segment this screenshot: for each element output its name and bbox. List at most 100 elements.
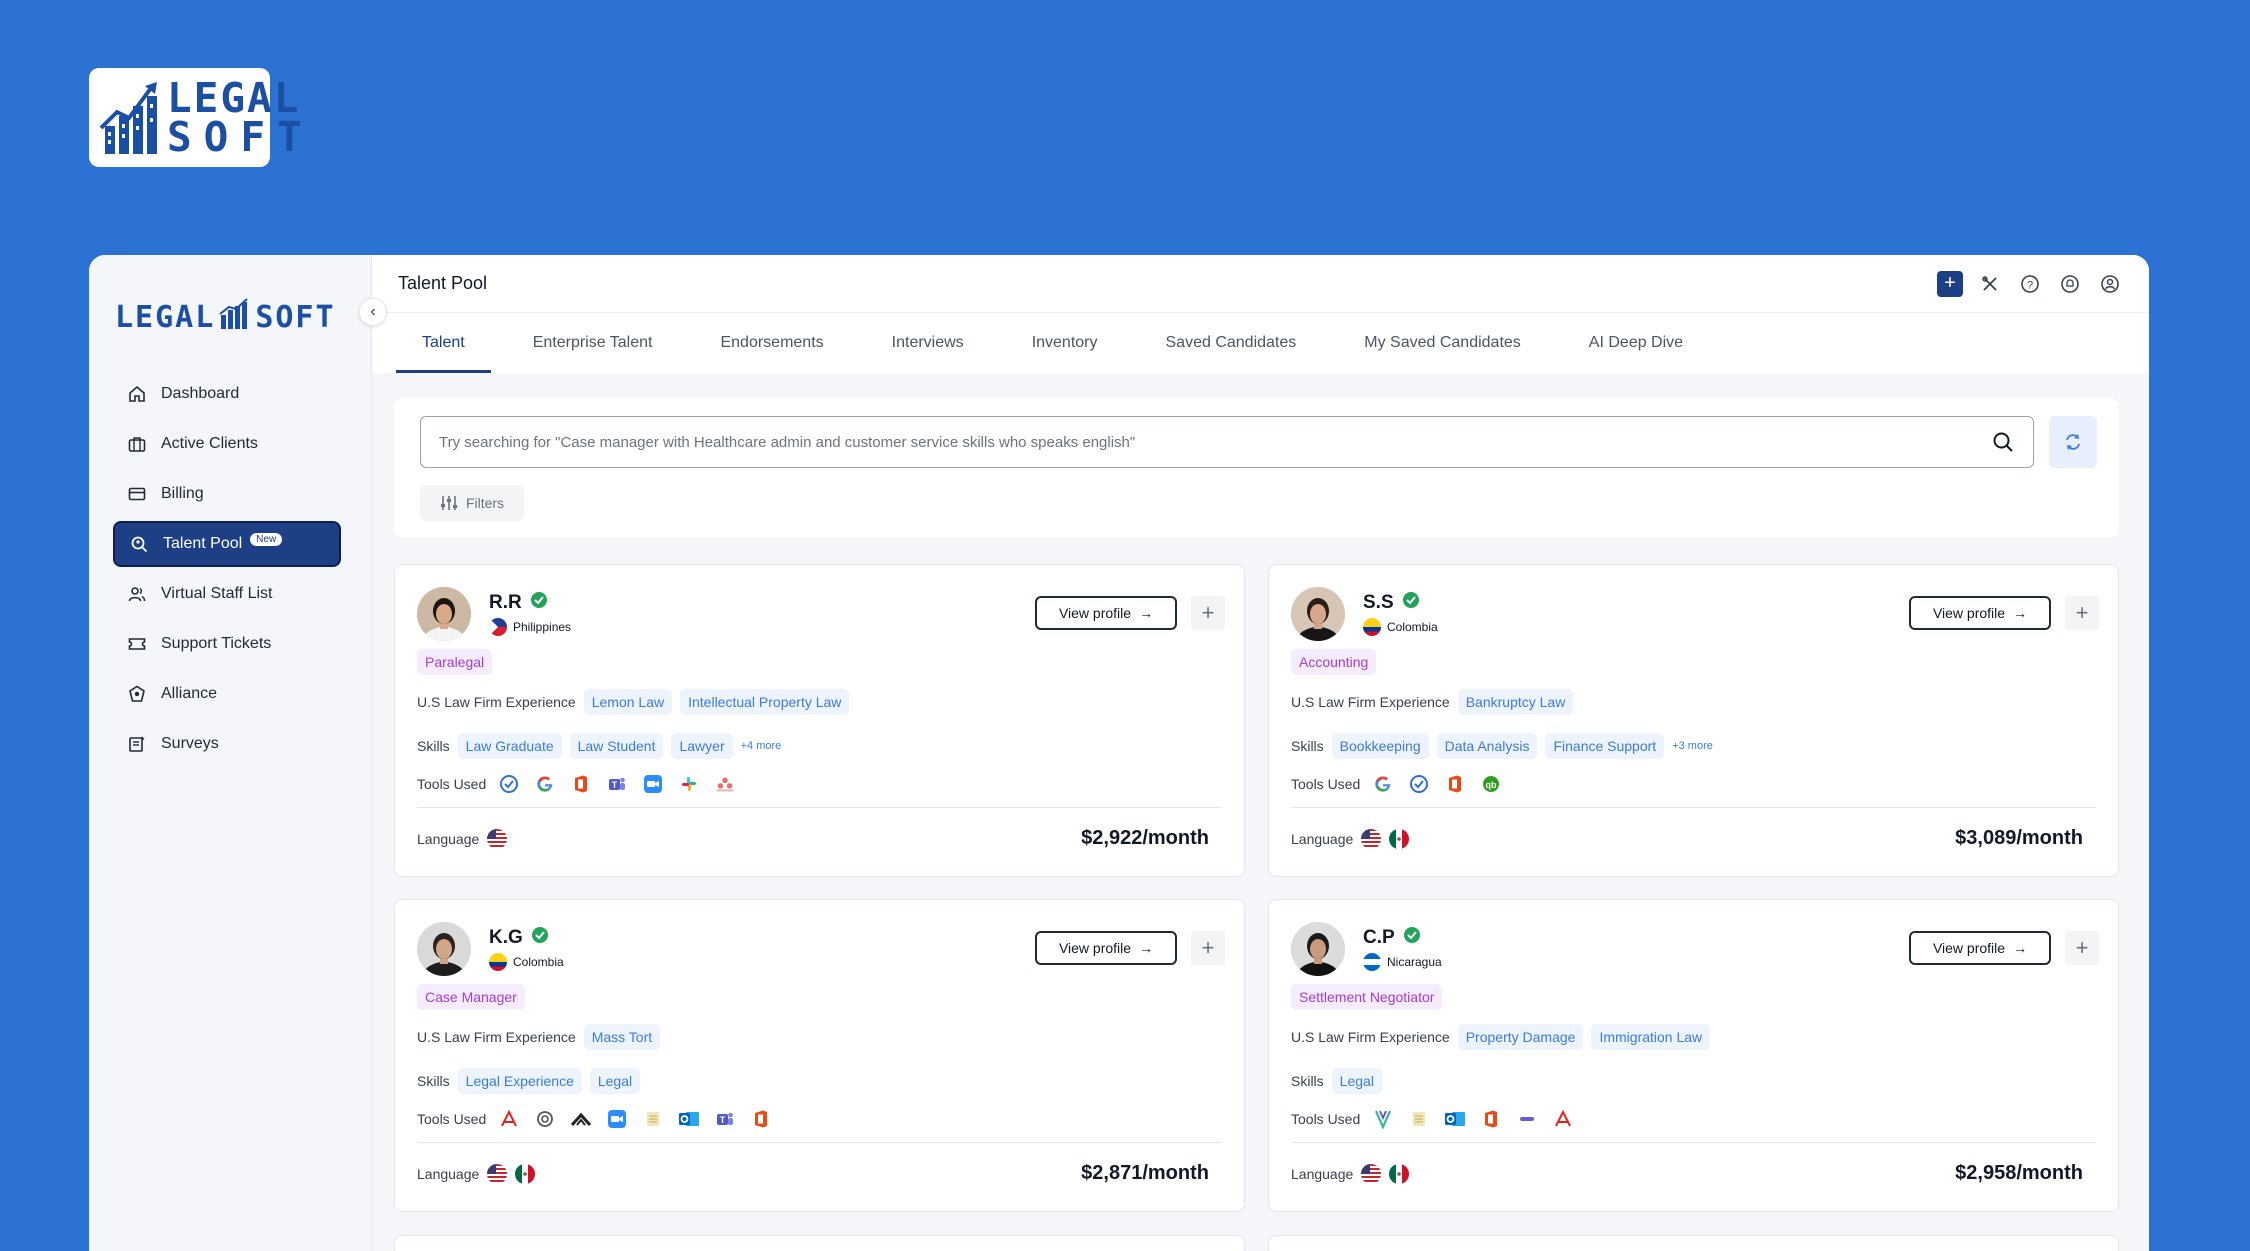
more-skills-link[interactable]: +3 more <box>1672 740 1713 752</box>
skill-chip: Legal <box>589 1068 641 1094</box>
candidate-name-row: C.P <box>1363 926 1421 949</box>
skills-row: Skills Bookkeeping Data Analysis Finance Su… <box>1291 733 1713 759</box>
tools-icon <box>1982 275 1997 291</box>
skills-row: Skills Legal Experience Legal <box>417 1068 641 1094</box>
tools-list <box>1372 1108 1574 1130</box>
tab-inventory[interactable]: Inventory <box>1006 334 1124 373</box>
us-flag <box>487 829 508 849</box>
tab-enterprise-talent[interactable]: Enterprise Talent <box>507 334 679 373</box>
check-circle-tool-icon <box>1408 773 1430 795</box>
survey-icon <box>127 734 147 754</box>
sidebar-item-active-clients[interactable]: Active Clients <box>113 421 341 467</box>
talent-card[interactable]: K.G Colombia View profile → + Case Manager U.S… <box>394 899 1245 1212</box>
filters-button[interactable]: Filters <box>420 485 524 521</box>
country-flag-icon <box>489 953 507 971</box>
svg-text:T: T <box>612 780 618 790</box>
plus-icon: + <box>2075 935 2089 960</box>
tools-button[interactable] <box>1977 271 2003 297</box>
app-window: LEGAL SOFT Dashboard Active Clients Bill… <box>89 255 2149 1251</box>
tab-talent[interactable]: Talent <box>396 334 491 373</box>
sidebar-item-label: Support Tickets <box>161 635 272 652</box>
skills-label: Skills <box>417 738 450 754</box>
top-bar: Talent Pool + ? <box>372 255 2149 313</box>
sidebar-collapse-button[interactable]: ‹ <box>359 298 387 326</box>
add-new-button[interactable]: + <box>1937 270 1963 297</box>
language-label: Language <box>417 831 480 847</box>
help-button[interactable]: ? <box>2017 271 2043 297</box>
sidebar-logo[interactable]: LEGAL SOFT <box>115 295 336 339</box>
slack-icon <box>678 773 700 795</box>
refresh-button[interactable] <box>2049 416 2097 468</box>
tab-saved-candidates[interactable]: Saved Candidates <box>1140 334 1323 373</box>
talent-card-partial <box>394 1235 1245 1251</box>
building-chart-icon <box>99 78 161 158</box>
tools-row: Tools Used <box>1291 1108 1574 1130</box>
experience-row: U.S Law Firm Experience Bankruptcy Law <box>1291 689 1574 715</box>
refresh-icon <box>2066 434 2080 450</box>
view-profile-button[interactable]: View profile → <box>1909 931 2051 965</box>
candidate-name: C.P <box>1363 926 1395 948</box>
tab-my-saved-candidates[interactable]: My Saved Candidates <box>1338 334 1547 373</box>
sidebar-item-alliance[interactable]: Alliance <box>113 671 341 717</box>
svg-text:qb: qb <box>1486 780 1497 790</box>
add-candidate-button[interactable]: + <box>2065 596 2099 630</box>
mexico-flag <box>1389 829 1410 849</box>
sidebar-item-label: Dashboard <box>161 385 240 402</box>
country-label: Philippines <box>513 620 572 634</box>
sidebar-logo-right: SOFT <box>255 299 336 335</box>
mexico-flag <box>1389 1164 1410 1184</box>
add-candidate-button[interactable]: + <box>1191 596 1225 630</box>
sidebar-item-surveys[interactable]: Surveys <box>113 721 341 767</box>
language-label: Language <box>1291 1166 1354 1182</box>
candidate-name: K.G <box>489 926 523 948</box>
view-profile-button[interactable]: View profile → <box>1909 596 2051 630</box>
skills-label: Skills <box>1291 1073 1324 1089</box>
candidate-country: Nicaragua <box>1363 953 1442 971</box>
sidebar-item-talent-pool[interactable]: Talent Pool New <box>113 521 341 567</box>
country-flag-icon <box>489 618 507 636</box>
profile-button[interactable] <box>2097 271 2123 297</box>
skill-chip: Bookkeeping <box>1331 733 1429 759</box>
view-profile-button[interactable]: View profile → <box>1035 596 1177 630</box>
country-label: Colombia <box>513 955 564 969</box>
add-candidate-button[interactable]: + <box>1191 931 1225 965</box>
card-divider <box>1291 807 2096 808</box>
tools-label: Tools Used <box>1291 776 1361 792</box>
tools-label: Tools Used <box>417 776 487 792</box>
teams-icon: T <box>606 773 628 795</box>
view-profile-button[interactable]: View profile → <box>1035 931 1177 965</box>
more-skills-link[interactable]: +4 more <box>741 740 782 752</box>
plus-icon: + <box>1944 272 1956 294</box>
search-box[interactable] <box>420 416 2034 468</box>
tab-ai-deep-dive[interactable]: AI Deep Dive <box>1563 334 1709 373</box>
notifications-button[interactable] <box>2057 271 2083 297</box>
skill-chip: Legal Experience <box>457 1068 582 1094</box>
sidebar-item-dashboard[interactable]: Dashboard <box>113 371 341 417</box>
tab-endorsements[interactable]: Endorsements <box>694 334 849 373</box>
tools-list: qb <box>1372 773 1502 795</box>
sidebar-item-label: Surveys <box>161 735 219 752</box>
outlook-icon <box>678 1108 700 1130</box>
experience-label: U.S Law Firm Experience <box>1291 1029 1450 1045</box>
bell-icon <box>2061 274 2079 293</box>
monthly-price: $2,922/month <box>1081 827 1209 849</box>
experience-row: U.S Law Firm Experience Lemon Law Intellec… <box>417 689 850 715</box>
add-candidate-button[interactable]: + <box>2065 931 2099 965</box>
talent-card-partial <box>1268 1235 2119 1251</box>
top-actions: + ? <box>1937 270 2123 297</box>
talent-card[interactable]: S.S Colombia View profile → + Accounting U.S L… <box>1268 564 2119 877</box>
card-divider <box>1291 1142 2096 1143</box>
skills-row: Skills Law Graduate Law Student Lawyer +4 mo… <box>417 733 781 759</box>
tools-label: Tools Used <box>1291 1111 1361 1127</box>
language-row: Language <box>1291 1164 1410 1184</box>
talent-card[interactable]: R.R Philippines View profile → + Paralegal U.S… <box>394 564 1245 877</box>
talent-card[interactable]: C.P Nicaragua View profile → + Settlement Neg… <box>1268 899 2119 1212</box>
outlook-icon <box>1444 1108 1466 1130</box>
search-input[interactable] <box>439 433 1991 451</box>
sidebar-item-support-tickets[interactable]: Support Tickets <box>113 621 341 667</box>
country-flag-icon <box>1363 953 1381 971</box>
sidebar-item-billing[interactable]: Billing <box>113 471 341 517</box>
tab-interviews[interactable]: Interviews <box>866 334 990 373</box>
search-icon[interactable] <box>1991 430 2015 454</box>
sidebar-item-virtual-staff-list[interactable]: Virtual Staff List <box>113 571 341 617</box>
